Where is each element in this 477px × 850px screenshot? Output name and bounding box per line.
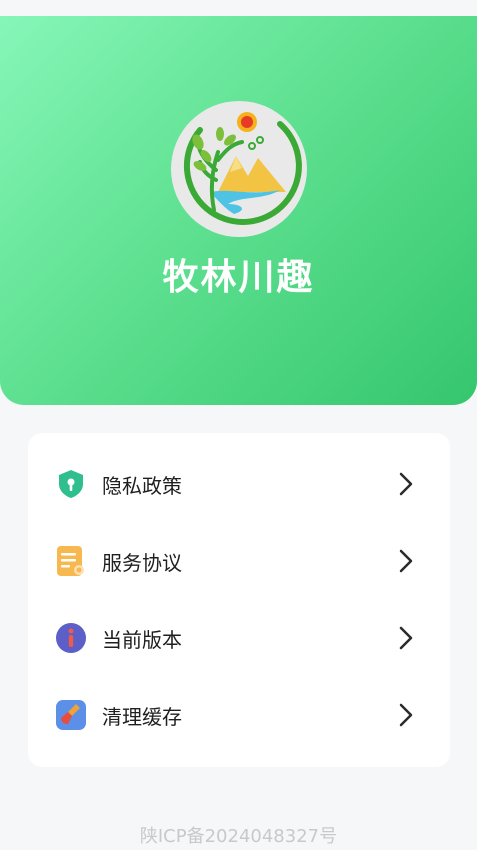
status-bar-area	[0, 0, 477, 16]
menu-item-label: 当前版本	[102, 627, 182, 652]
menu-item-label: 清理缓存	[102, 704, 182, 729]
chevron-right-icon	[399, 549, 413, 573]
menu-item-clear-cache[interactable]: 清理缓存	[28, 685, 450, 745]
header-banner: 牧林川趣	[0, 16, 477, 405]
menu-item-current-version[interactable]: 当前版本	[28, 608, 450, 668]
shield-lock-icon	[59, 470, 83, 498]
chevron-right-icon	[399, 472, 413, 496]
chevron-right-icon	[399, 626, 413, 650]
app-name-title: 牧林川趣	[162, 257, 315, 298]
menu-item-label: 隐私政策	[102, 473, 182, 498]
chevron-right-icon	[399, 703, 413, 727]
menu-item-service-agreement[interactable]: 服务协议	[28, 531, 450, 591]
menu-item-privacy-policy[interactable]: 隐私政策	[28, 454, 450, 514]
settings-menu-card: 隐私政策 服务协议 当前版本 清理缓存	[28, 433, 450, 767]
info-icon	[56, 623, 86, 653]
icp-footer-link[interactable]: 陕ICP备2024048327号	[0, 822, 477, 848]
document-icon	[57, 546, 84, 576]
broom-icon	[56, 700, 86, 730]
menu-item-label: 服务协议	[102, 550, 182, 575]
app-logo	[171, 101, 307, 237]
